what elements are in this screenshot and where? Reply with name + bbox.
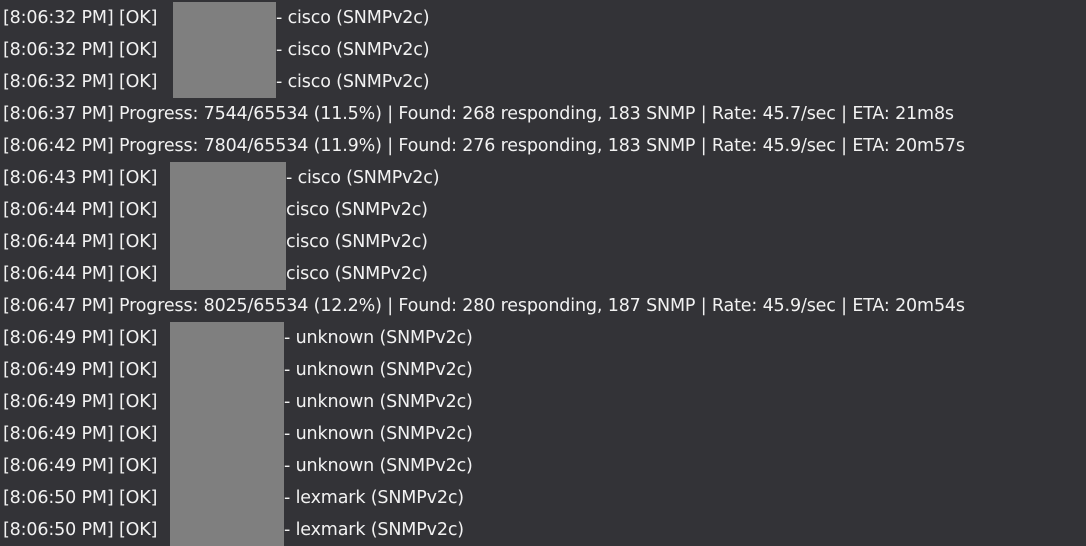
log-status-tag: [OK] <box>118 232 158 252</box>
redacted-host-box <box>170 514 284 546</box>
log-line-ok: [8:06:50 PM] [OK] - lexmark (SNMPv2c) <box>3 514 464 546</box>
redacted-host-box <box>170 386 284 418</box>
log-line-ok: [8:06:43 PM] [OK] - cisco (SNMPv2c) <box>3 162 440 194</box>
log-line-ok: [8:06:49 PM] [OK] - unknown (SNMPv2c) <box>3 386 473 418</box>
redacted-host-box <box>173 2 276 34</box>
log-timestamp: [8:06:44 PM] <box>3 232 114 252</box>
log-message: cisco (SNMPv2c) <box>286 232 428 252</box>
log-status-tag: [OK] <box>118 392 158 412</box>
log-timestamp: [8:06:43 PM] <box>3 168 114 188</box>
log-status-tag: [OK] <box>118 8 158 28</box>
redacted-host-box <box>170 482 284 514</box>
log-status-tag: [OK] <box>118 520 158 540</box>
log-timestamp: [8:06:32 PM] <box>3 8 114 28</box>
redacted-host-box <box>170 354 284 386</box>
redacted-host-box <box>170 418 284 450</box>
log-timestamp: [8:06:32 PM] <box>3 72 114 92</box>
log-message: - cisco (SNMPv2c) <box>276 8 430 28</box>
log-message: - unknown (SNMPv2c) <box>284 456 473 476</box>
log-line-ok: [8:06:49 PM] [OK] - unknown (SNMPv2c) <box>3 354 473 386</box>
log-status-tag: [OK] <box>118 72 158 92</box>
log-message: - lexmark (SNMPv2c) <box>284 488 464 508</box>
log-progress-message: Progress: 7804/65534 (11.9%) | Found: 27… <box>118 136 965 156</box>
log-message: - cisco (SNMPv2c) <box>276 72 430 92</box>
log-line-ok: [8:06:32 PM] [OK] - cisco (SNMPv2c) <box>3 66 430 98</box>
redacted-host-box <box>173 34 276 66</box>
log-message: - cisco (SNMPv2c) <box>276 40 430 60</box>
log-line-ok: [8:06:50 PM] [OK] - lexmark (SNMPv2c) <box>3 482 464 514</box>
log-message: - cisco (SNMPv2c) <box>286 168 440 188</box>
log-status-tag: [OK] <box>118 40 158 60</box>
log-progress-message: Progress: 8025/65534 (12.2%) | Found: 28… <box>118 296 965 316</box>
log-status-tag: [OK] <box>118 360 158 380</box>
log-timestamp: [8:06:44 PM] <box>3 264 114 284</box>
log-status-tag: [OK] <box>118 424 158 444</box>
redacted-host-box <box>170 258 286 290</box>
log-timestamp: [8:06:50 PM] <box>3 488 114 508</box>
log-status-tag: [OK] <box>118 264 158 284</box>
log-line-progress: [8:06:47 PM] Progress: 8025/65534 (12.2%… <box>3 290 965 322</box>
log-timestamp: [8:06:49 PM] <box>3 360 114 380</box>
log-timestamp: [8:06:50 PM] <box>3 520 114 540</box>
log-line-ok: [8:06:44 PM] [OK] cisco (SNMPv2c) <box>3 258 428 290</box>
log-line-ok: [8:06:44 PM] [OK] cisco (SNMPv2c) <box>3 226 428 258</box>
log-status-tag: [OK] <box>118 200 158 220</box>
log-status-tag: [OK] <box>118 168 158 188</box>
log-progress-message: Progress: 7544/65534 (11.5%) | Found: 26… <box>118 104 954 124</box>
log-timestamp: [8:06:32 PM] <box>3 40 114 60</box>
log-message: cisco (SNMPv2c) <box>286 200 428 220</box>
log-message: - lexmark (SNMPv2c) <box>284 520 464 540</box>
log-timestamp: [8:06:37 PM] <box>3 104 114 124</box>
redacted-host-box <box>170 322 284 354</box>
log-message: cisco (SNMPv2c) <box>286 264 428 284</box>
log-message: - unknown (SNMPv2c) <box>284 328 473 348</box>
log-status-tag: [OK] <box>118 328 158 348</box>
log-line-ok: [8:06:32 PM] [OK] - cisco (SNMPv2c) <box>3 34 430 66</box>
redacted-host-box <box>170 194 286 226</box>
redacted-host-box <box>173 66 276 98</box>
console-output[interactable]: [8:06:32 PM] [OK] - cisco (SNMPv2c) [8:06:… <box>0 0 1086 546</box>
log-timestamp: [8:06:49 PM] <box>3 424 114 444</box>
log-status-tag: [OK] <box>118 488 158 508</box>
log-line-progress: [8:06:37 PM] Progress: 7544/65534 (11.5%… <box>3 98 954 130</box>
log-timestamp: [8:06:44 PM] <box>3 200 114 220</box>
log-line-ok: [8:06:49 PM] [OK] - unknown (SNMPv2c) <box>3 322 473 354</box>
log-timestamp: [8:06:49 PM] <box>3 328 114 348</box>
log-timestamp: [8:06:47 PM] <box>3 296 114 316</box>
log-message: - unknown (SNMPv2c) <box>284 360 473 380</box>
log-line-ok: [8:06:49 PM] [OK] - unknown (SNMPv2c) <box>3 450 473 482</box>
log-message: - unknown (SNMPv2c) <box>284 424 473 444</box>
log-timestamp: [8:06:42 PM] <box>3 136 114 156</box>
log-line-progress: [8:06:42 PM] Progress: 7804/65534 (11.9%… <box>3 130 965 162</box>
log-timestamp: [8:06:49 PM] <box>3 392 114 412</box>
redacted-host-box <box>170 450 284 482</box>
redacted-host-box <box>170 226 286 258</box>
log-line-ok: [8:06:44 PM] [OK] cisco (SNMPv2c) <box>3 194 428 226</box>
log-timestamp: [8:06:49 PM] <box>3 456 114 476</box>
log-line-ok: [8:06:32 PM] [OK] - cisco (SNMPv2c) <box>3 2 430 34</box>
redacted-host-box <box>170 162 286 194</box>
log-line-ok: [8:06:49 PM] [OK] - unknown (SNMPv2c) <box>3 418 473 450</box>
log-status-tag: [OK] <box>118 456 158 476</box>
log-message: - unknown (SNMPv2c) <box>284 392 473 412</box>
